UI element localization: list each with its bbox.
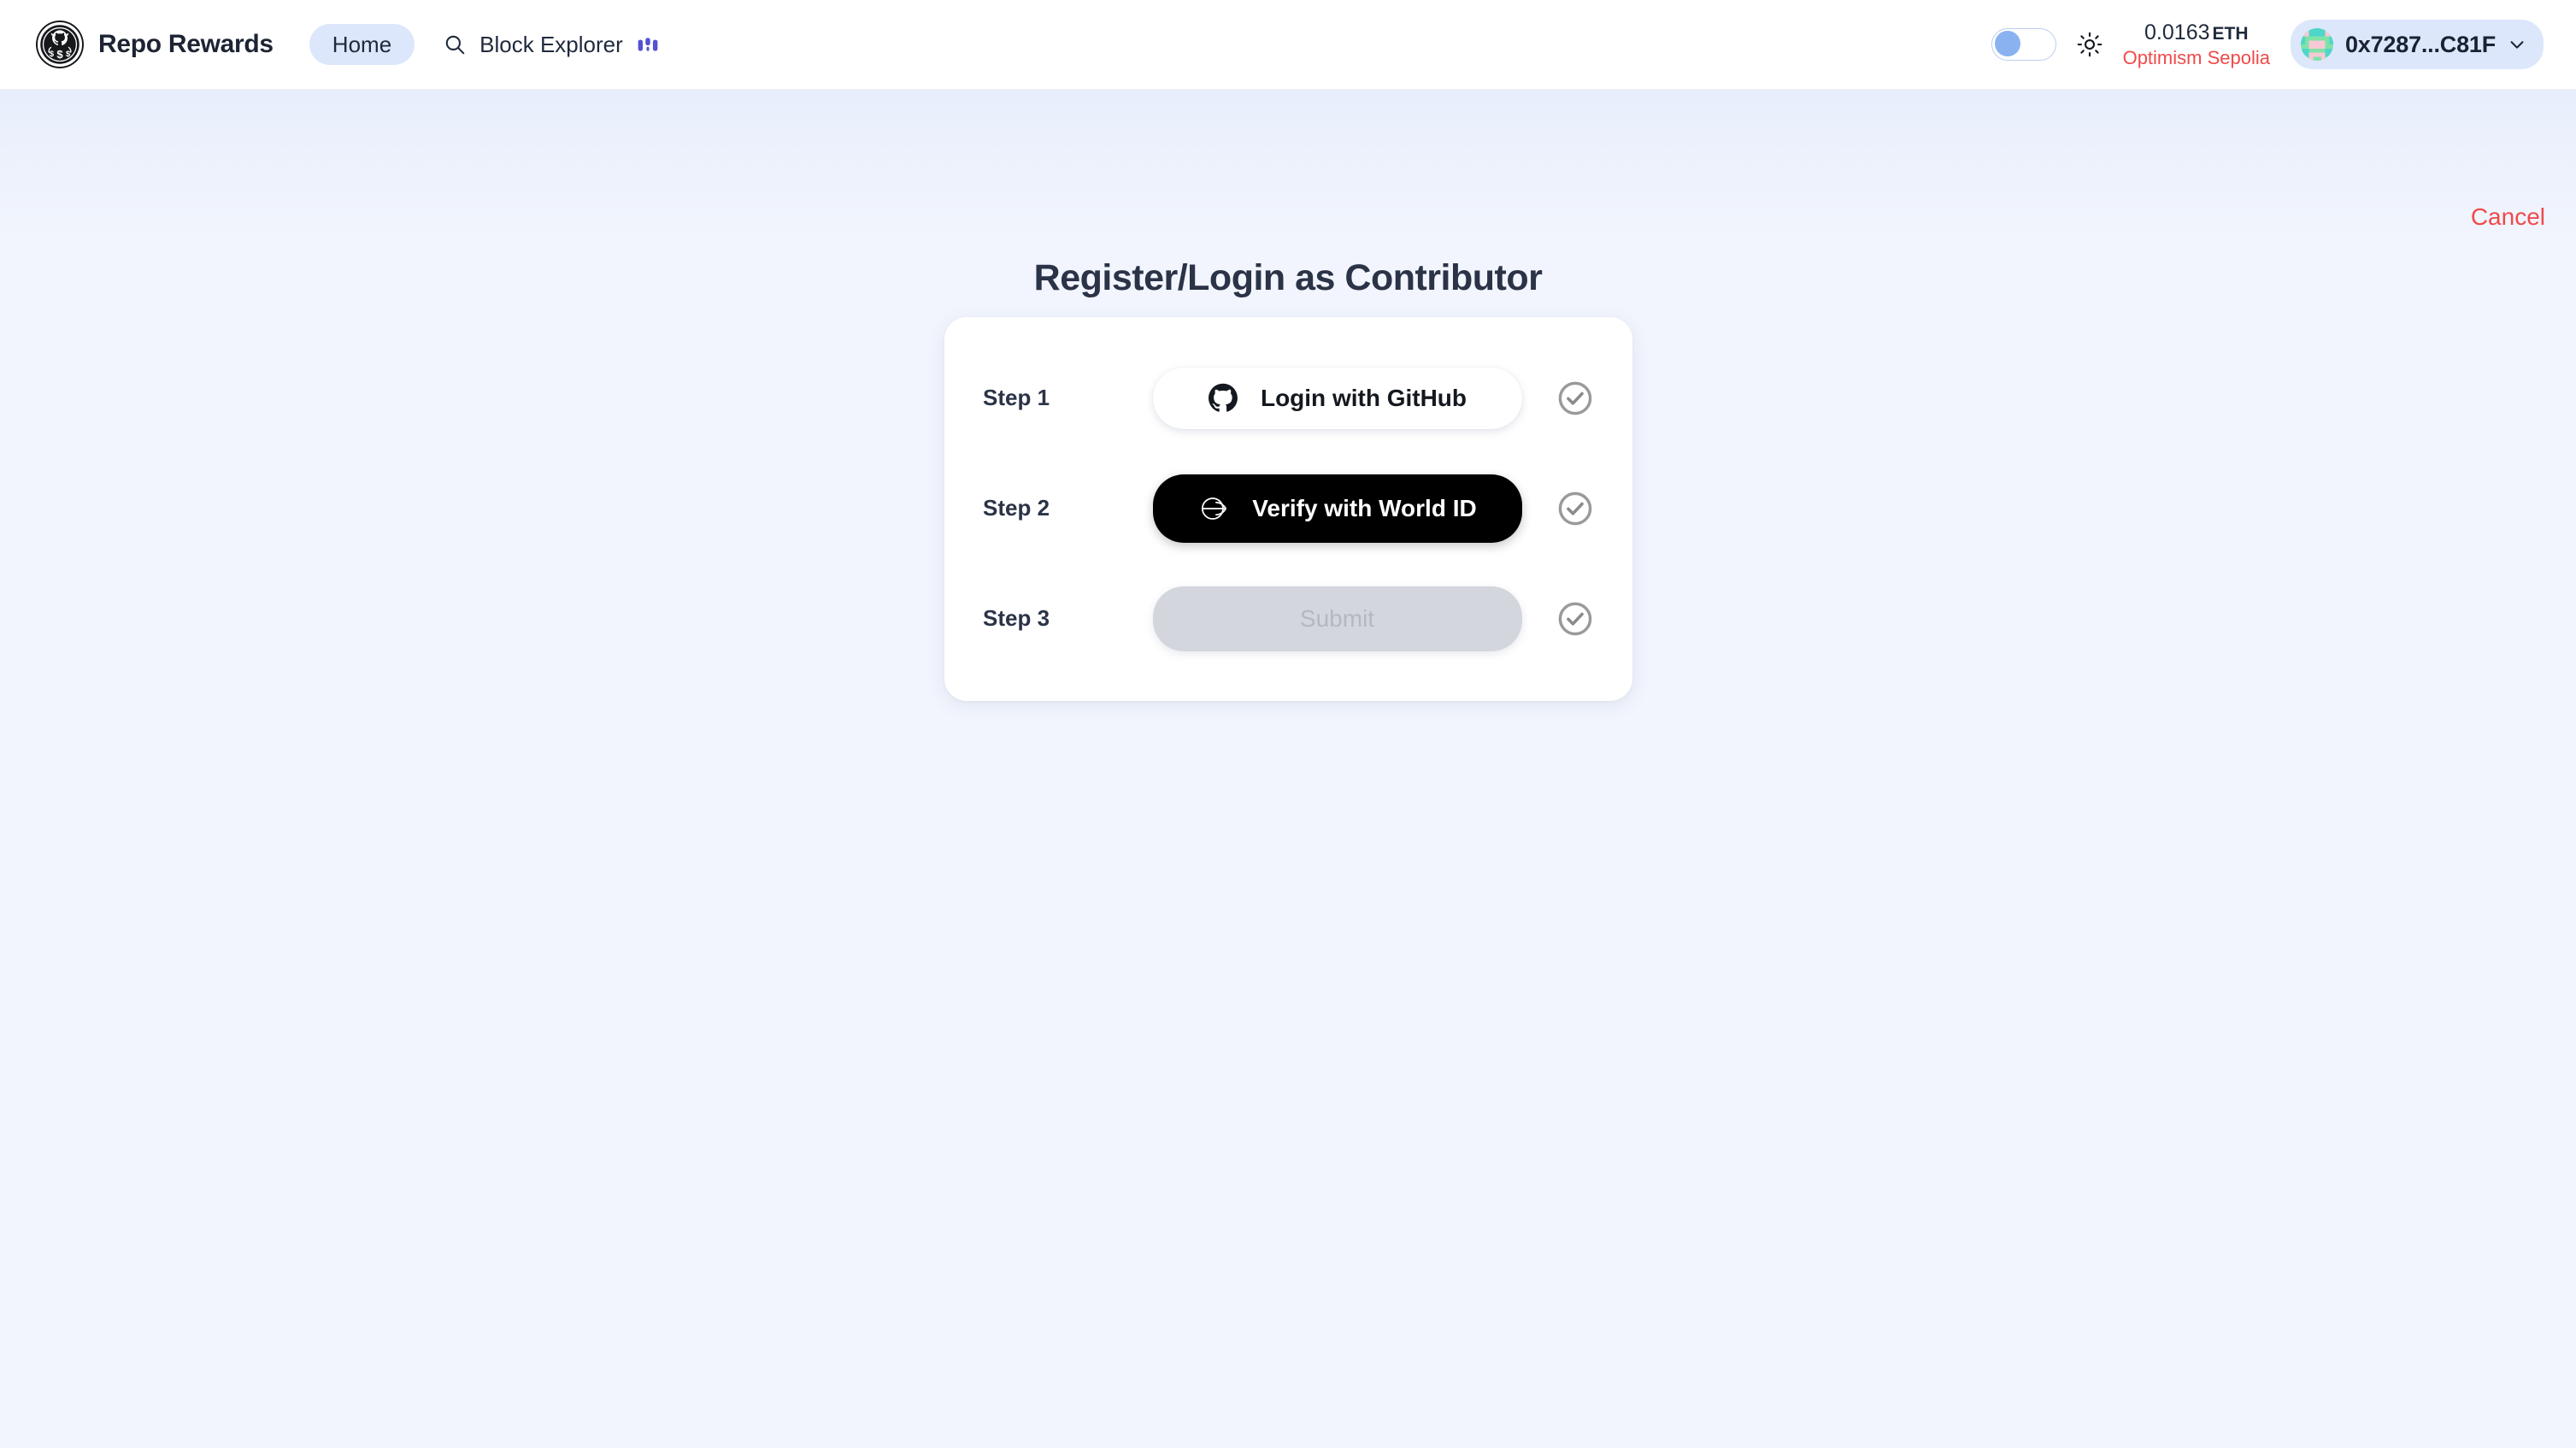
step-2-action: Verify with World ID [1120, 474, 1555, 543]
page-content: Cancel Register/Login as Contributor Ste… [0, 90, 2576, 1448]
cancel-link[interactable]: Cancel [2471, 205, 2545, 229]
submit-button[interactable]: Submit [1152, 586, 1522, 651]
nav-item-block-explorer[interactable]: Block Explorer [444, 33, 659, 56]
verify-with-world-id-label: Verify with World ID [1252, 494, 1477, 521]
step-1-status [1555, 380, 1594, 417]
nav-item-block-explorer-label: Block Explorer [479, 32, 623, 57]
blockie-avatar-icon [2300, 28, 2333, 61]
top-navigation-bar: $ $ $ Repo Rewards Home Block Explorer 0… [0, 0, 2576, 90]
github-icon [1208, 383, 1238, 414]
header-right-cluster: 0.0163 ETH Optimism Sepolia 0x7287...C81… [1991, 20, 2544, 69]
step-2-label: Step 2 [983, 495, 1050, 521]
svg-text:$: $ [66, 50, 71, 59]
chevron-down-icon [2508, 35, 2526, 54]
repo-rewards-coin-logo-icon: $ $ $ [36, 21, 84, 68]
login-with-github-button[interactable]: Login with GitHub [1152, 367, 1522, 429]
balance-amount-row: 0.0163 ETH [2144, 21, 2248, 45]
theme-toggle-knob [1994, 31, 2020, 56]
wallet-address-label: 0x7287...C81F [2344, 31, 2496, 57]
step-3-action: Submit [1120, 586, 1555, 651]
step-row: Step 1 Login with GitHub [944, 343, 1632, 453]
step-2-status [1555, 490, 1594, 527]
step-row: Step 2 Verify with World ID [944, 453, 1632, 563]
page-title: Register/Login as Contributor [1033, 257, 1543, 298]
step-1-action: Login with GitHub [1120, 367, 1555, 429]
wallet-balance: 0.0163 ETH Optimism Sepolia [2123, 21, 2270, 68]
step-3-label: Step 3 [983, 605, 1050, 631]
submit-button-label: Submit [1299, 604, 1375, 632]
search-icon [444, 33, 466, 56]
theme-toggle-switch[interactable] [1991, 28, 2056, 61]
step-1-label: Step 1 [983, 385, 1050, 410]
registration-steps-card: Step 1 Login with GitHub Step 2 Verify w… [944, 317, 1632, 701]
step-3-status [1555, 600, 1594, 638]
check-circle-icon [1556, 490, 1594, 527]
login-with-github-label: Login with GitHub [1260, 384, 1467, 411]
sun-icon[interactable] [2077, 32, 2103, 57]
nav-item-home[interactable]: Home [309, 24, 415, 65]
check-circle-icon [1556, 600, 1594, 638]
network-name: Optimism Sepolia [2122, 46, 2270, 68]
balance-amount-value: 0.0163 [2144, 20, 2210, 44]
blockscout-icon [637, 33, 659, 56]
svg-text:$: $ [50, 50, 55, 59]
svg-text:$: $ [56, 48, 63, 61]
verify-with-world-id-button[interactable]: Verify with World ID [1152, 474, 1522, 543]
check-circle-icon [1556, 380, 1594, 417]
brand[interactable]: $ $ $ Repo Rewards [36, 21, 273, 68]
wallet-address-button[interactable]: 0x7287...C81F [2290, 20, 2544, 69]
primary-nav: Home Block Explorer [309, 24, 659, 65]
step-row: Step 3 Submit [944, 563, 1632, 674]
brand-name: Repo Rewards [98, 30, 273, 58]
world-id-icon [1197, 492, 1230, 525]
balance-currency-unit: ETH [2212, 23, 2249, 44]
